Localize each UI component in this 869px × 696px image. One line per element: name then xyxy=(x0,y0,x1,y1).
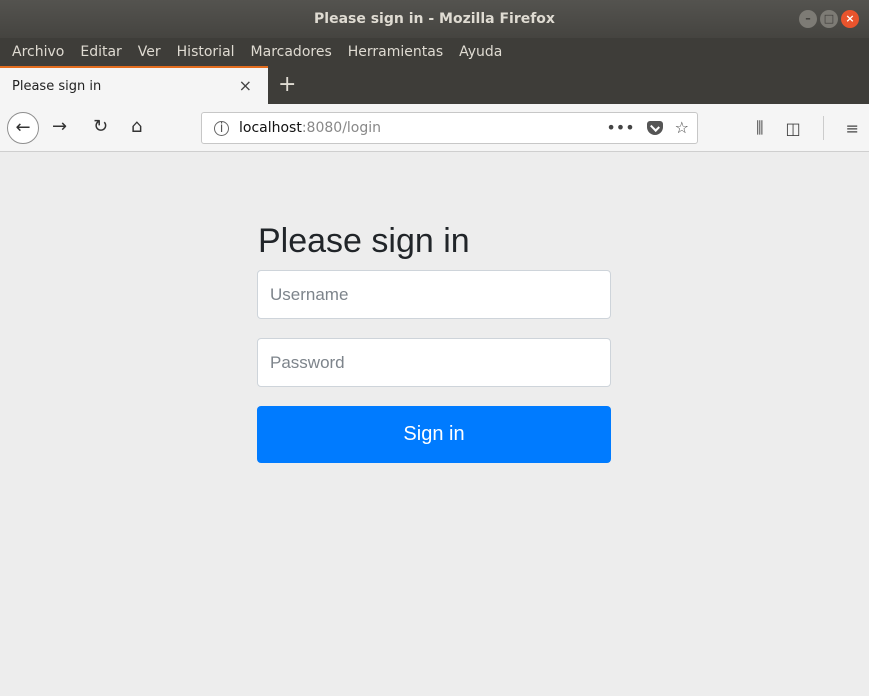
window-titlebar: Please sign in - Mozilla Firefox – □ × xyxy=(0,0,869,38)
window-title: Please sign in - Mozilla Firefox xyxy=(314,11,555,27)
url-bar[interactable]: i localhost:8080/login ••• ☆ xyxy=(201,112,698,144)
menu-hamburger-icon[interactable]: ≡ xyxy=(846,119,859,138)
info-icon[interactable]: i xyxy=(214,120,229,136)
tab-bar: Please sign in × + xyxy=(0,66,869,104)
url-actions: ••• ☆ xyxy=(606,118,689,137)
reload-icon[interactable]: ↻ xyxy=(93,116,108,137)
menu-historial[interactable]: Historial xyxy=(171,44,241,60)
menu-editar[interactable]: Editar xyxy=(74,44,127,60)
sidebar-icon[interactable]: ◫ xyxy=(785,119,800,138)
home-icon[interactable]: ⌂ xyxy=(131,116,142,137)
minimize-icon[interactable]: – xyxy=(799,10,817,28)
tab-label: Please sign in xyxy=(12,78,102,94)
page-actions-icon[interactable]: ••• xyxy=(606,118,634,137)
window-controls: – □ × xyxy=(799,10,859,28)
new-tab-icon[interactable]: + xyxy=(278,72,296,97)
menu-ver[interactable]: Ver xyxy=(132,44,167,60)
maximize-icon[interactable]: □ xyxy=(820,10,838,28)
menu-archivo[interactable]: Archivo xyxy=(6,44,70,60)
close-tab-icon[interactable]: × xyxy=(239,76,252,95)
url-path: :8080/login xyxy=(301,120,382,136)
library-icon[interactable]: ⫼ xyxy=(756,118,763,138)
pocket-icon[interactable] xyxy=(646,121,663,135)
menu-herramientas[interactable]: Herramientas xyxy=(342,44,449,60)
sign-in-button[interactable]: Sign in xyxy=(257,406,611,463)
toolbar-separator xyxy=(822,116,824,140)
navigation-bar: ← → ↻ ⌂ i localhost:8080/login ••• ☆ ⫼ ◫… xyxy=(0,104,869,152)
toolbar-right: ⫼ ◫ ≡ xyxy=(756,116,859,140)
menu-bar: Archivo Editar Ver Historial Marcadores … xyxy=(0,38,869,66)
url-host: localhost xyxy=(239,120,302,136)
username-input[interactable] xyxy=(257,270,611,319)
close-window-icon[interactable]: × xyxy=(841,10,859,28)
menu-marcadores[interactable]: Marcadores xyxy=(245,44,338,60)
page-heading: Please sign in xyxy=(258,222,470,260)
password-input[interactable] xyxy=(257,338,611,387)
tab-sign-in[interactable]: Please sign in × xyxy=(0,66,268,104)
back-icon[interactable]: ← xyxy=(7,112,39,144)
menu-ayuda[interactable]: Ayuda xyxy=(453,44,508,60)
forward-icon[interactable]: → xyxy=(52,116,67,137)
bookmark-star-icon[interactable]: ☆ xyxy=(675,118,689,137)
